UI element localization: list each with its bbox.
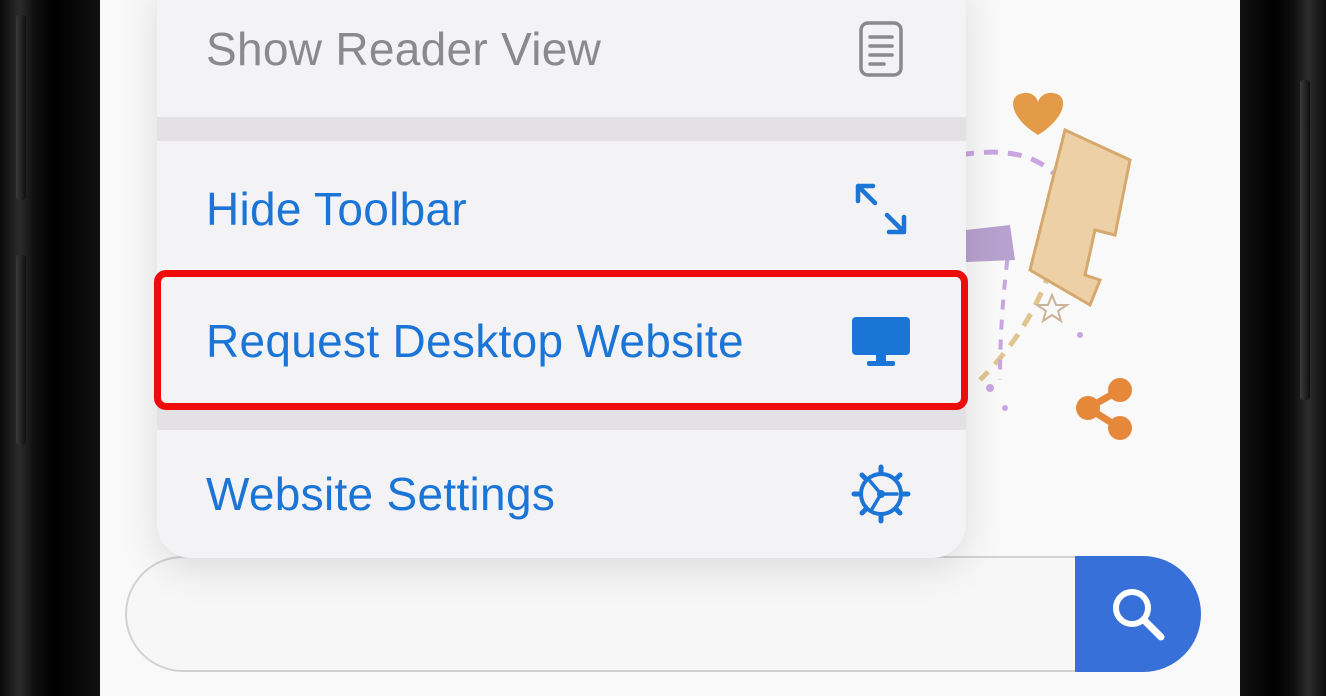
menu-item-label: Request Desktop Website (206, 315, 744, 367)
volume-up-button (16, 15, 26, 200)
power-button (1300, 80, 1310, 400)
volume-down-button (16, 255, 26, 445)
menu-item-label: Website Settings (206, 468, 556, 520)
expand-arrows-icon (848, 176, 914, 242)
menu-item-label: Show Reader View (206, 22, 602, 75)
phone-frame-right (1240, 0, 1326, 696)
letter-e-shape (1028, 127, 1132, 308)
menu-item-request-desktop-website[interactable]: Request Desktop Website (157, 276, 966, 406)
menu-item-label: Hide Toolbar (206, 183, 468, 235)
menu-item-hide-toolbar[interactable]: Hide Toolbar (157, 142, 966, 276)
page-actions-menu: Show Reader View Hide Toolbar Request De… (157, 0, 966, 558)
menu-group-separator (157, 117, 966, 141)
gear-icon (848, 461, 914, 527)
menu-item-show-reader-view[interactable]: Show Reader View (157, 0, 966, 97)
heart-icon (1013, 92, 1064, 135)
search-input[interactable] (125, 556, 1135, 672)
search-button[interactable] (1075, 556, 1201, 672)
magnifier-icon (1113, 589, 1165, 641)
share-icon (1076, 378, 1132, 440)
menu-item-website-settings[interactable]: Website Settings (157, 430, 966, 558)
safari-screen: Show Reader View Hide Toolbar Request De… (100, 0, 1240, 696)
desktop-monitor-icon (848, 308, 914, 374)
menu-group-separator (157, 406, 966, 430)
reader-view-icon (848, 16, 914, 82)
phone-frame-left (0, 0, 100, 696)
illustration-shape (966, 225, 1015, 262)
